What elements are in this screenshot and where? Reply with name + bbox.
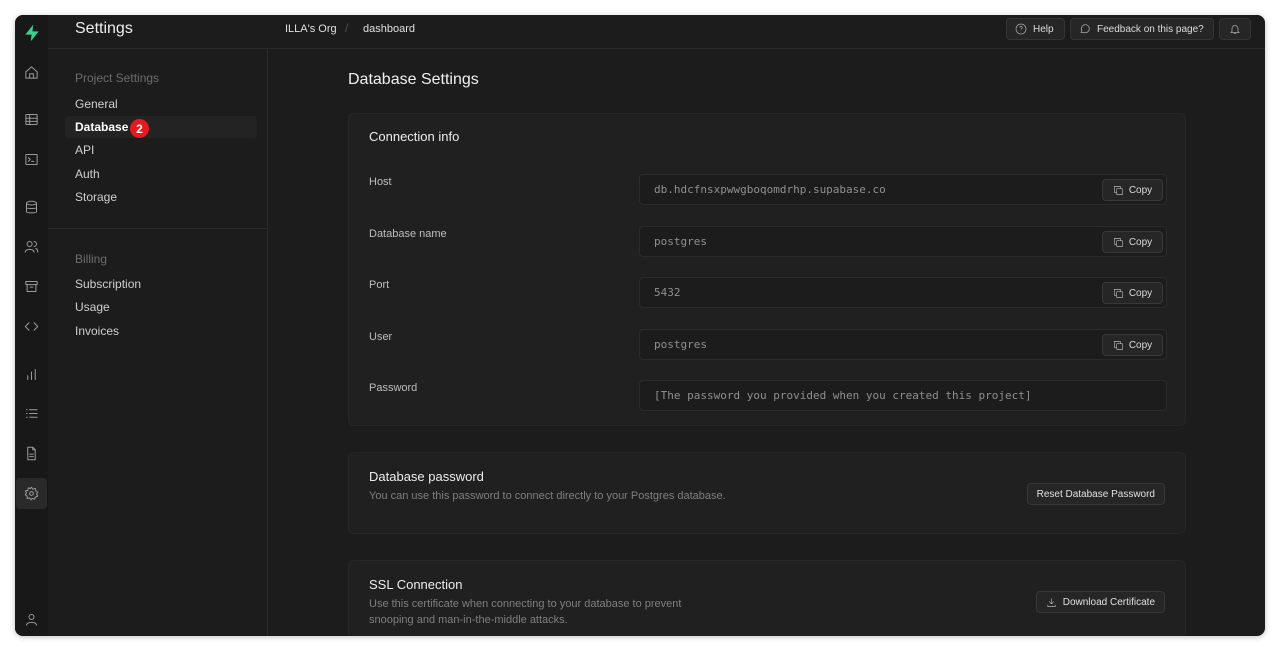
menu-item-auth[interactable]: Auth bbox=[65, 163, 257, 185]
database-name-field[interactable]: postgres Copy bbox=[639, 226, 1167, 257]
port-value: 5432 bbox=[654, 286, 681, 299]
button-label: Reset Database Password bbox=[1036, 488, 1155, 500]
help-label: Help bbox=[1033, 23, 1054, 35]
breadcrumb-org[interactable]: ILLA's Org bbox=[285, 23, 337, 35]
copy-label: Copy bbox=[1128, 287, 1153, 299]
database-name-value: postgres bbox=[654, 235, 707, 248]
card-description: Use this certificate when connecting to … bbox=[369, 598, 682, 626]
breadcrumb-separator: / bbox=[345, 21, 349, 35]
menu-item-label: Database bbox=[75, 120, 129, 134]
icon-rail bbox=[15, 15, 49, 636]
database-icon[interactable] bbox=[16, 192, 47, 223]
menu-item-usage[interactable]: Usage bbox=[65, 296, 257, 318]
storage-icon[interactable] bbox=[16, 271, 47, 302]
annotation-marker: 2 bbox=[130, 119, 149, 138]
ssl-connection-card: SSL Connection Use this certificate when… bbox=[348, 560, 1186, 636]
copy-icon bbox=[1113, 185, 1123, 195]
sql-editor-icon[interactable] bbox=[16, 144, 47, 175]
help-button[interactable]: Help bbox=[1006, 18, 1065, 40]
download-icon bbox=[1047, 597, 1056, 607]
card-title: Connection info bbox=[369, 129, 460, 144]
menu-item-api[interactable]: API bbox=[65, 139, 257, 161]
field-label-user: User bbox=[369, 331, 393, 343]
button-label: Download Certificate bbox=[1062, 596, 1155, 608]
bell-icon bbox=[1230, 25, 1240, 34]
reset-database-password-button[interactable]: Reset Database Password bbox=[1026, 483, 1165, 505]
copy-icon bbox=[1113, 340, 1123, 350]
top-bar: ILLA's Org / dashboard Help Feedback on … bbox=[267, 15, 1265, 49]
auth-users-icon[interactable] bbox=[16, 231, 47, 262]
menu-item-general[interactable]: General bbox=[65, 93, 257, 115]
api-docs-icon[interactable] bbox=[16, 311, 47, 342]
copy-label: Copy bbox=[1128, 184, 1153, 196]
page-title: Database Settings bbox=[348, 71, 479, 88]
reports-icon[interactable] bbox=[16, 359, 47, 390]
copy-port-button[interactable]: Copy bbox=[1102, 282, 1163, 304]
logs-icon[interactable] bbox=[16, 398, 47, 429]
password-value: [The password you provided when you crea… bbox=[654, 389, 1032, 402]
copy-icon bbox=[1113, 288, 1123, 298]
menu-item-invoices[interactable]: Invoices bbox=[65, 320, 257, 342]
copy-user-button[interactable]: Copy bbox=[1102, 334, 1163, 356]
profile-icon[interactable] bbox=[16, 604, 47, 635]
connection-info-card: Connection info Host db.hdcfnsxpwwgboqom… bbox=[348, 113, 1186, 426]
copy-database-name-button[interactable]: Copy bbox=[1102, 231, 1163, 253]
field-label-host: Host bbox=[369, 176, 392, 188]
settings-icon[interactable] bbox=[16, 478, 47, 509]
user-field[interactable]: postgres Copy bbox=[639, 329, 1167, 360]
divider bbox=[48, 228, 267, 229]
menu-item-storage[interactable]: Storage bbox=[65, 186, 257, 208]
copy-host-button[interactable]: Copy bbox=[1102, 179, 1163, 201]
help-icon bbox=[1015, 23, 1027, 35]
app-window: 1 Settings Project Settings General Data… bbox=[15, 15, 1265, 636]
menu-item-database[interactable]: Database bbox=[65, 116, 257, 138]
section-label-billing: Billing bbox=[75, 252, 108, 266]
field-label-database-name: Database name bbox=[369, 228, 447, 240]
copy-icon bbox=[1113, 237, 1123, 247]
download-certificate-button[interactable]: Download Certificate bbox=[1035, 591, 1165, 613]
table-editor-icon[interactable] bbox=[16, 104, 47, 135]
chat-bubble-icon bbox=[1080, 24, 1090, 34]
section-label-project: Project Settings bbox=[75, 71, 160, 85]
password-field[interactable]: [The password you provided when you crea… bbox=[639, 380, 1167, 411]
host-field[interactable]: db.hdcfnsxpwwgboqomdrhp.supabase.co Copy bbox=[639, 174, 1167, 205]
menu-item-subscription[interactable]: Subscription bbox=[65, 273, 257, 295]
notifications-button[interactable] bbox=[1219, 18, 1251, 40]
breadcrumb-project[interactable]: dashboard bbox=[363, 23, 415, 35]
field-label-password: Password bbox=[369, 382, 418, 394]
port-field[interactable]: 5432 Copy bbox=[639, 277, 1167, 308]
card-title: Database password bbox=[369, 469, 484, 484]
host-value: db.hdcfnsxpwwgboqomdrhp.supabase.co bbox=[654, 183, 886, 196]
logo-icon[interactable] bbox=[16, 17, 47, 48]
copy-label: Copy bbox=[1128, 339, 1153, 351]
copy-label: Copy bbox=[1128, 236, 1153, 248]
divider bbox=[48, 48, 267, 49]
feedback-button[interactable]: Feedback on this page? bbox=[1070, 18, 1214, 40]
card-description: You can use this password to connect dir… bbox=[369, 490, 726, 502]
docs-icon[interactable] bbox=[16, 438, 47, 469]
settings-sidebar: Settings Project Settings General Databa… bbox=[48, 15, 268, 636]
home-icon[interactable] bbox=[16, 57, 47, 88]
user-value: postgres bbox=[654, 338, 707, 351]
database-password-card: Database password You can use this passw… bbox=[348, 452, 1186, 534]
field-label-port: Port bbox=[369, 279, 390, 291]
menu-title: Settings bbox=[75, 20, 133, 37]
card-title: SSL Connection bbox=[369, 577, 463, 592]
feedback-label: Feedback on this page? bbox=[1097, 23, 1204, 35]
